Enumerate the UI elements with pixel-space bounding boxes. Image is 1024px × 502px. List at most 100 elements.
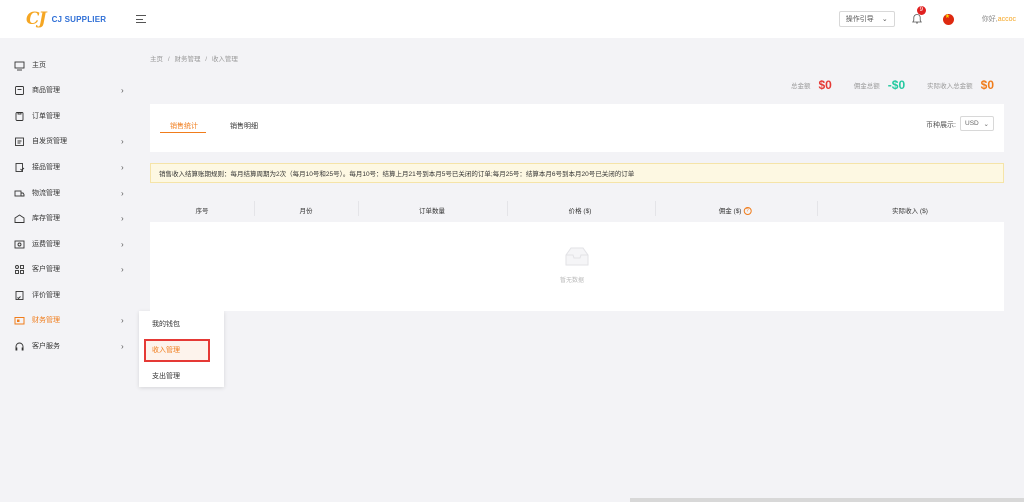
sidebar-item-label: 评价管理 [32,292,60,299]
guide-select[interactable]: 操作引导 ⌄ [838,11,895,27]
headset-icon [14,341,25,352]
breadcrumb-current: 收入管理 [211,56,238,63]
sidebar-item-label: 客户服务 [32,343,60,350]
chevron-right-icon: › [121,264,124,274]
chevron-right-icon: › [121,315,124,325]
column-separator [254,201,255,216]
monitor-icon [14,60,25,71]
clipboard-icon [14,136,25,147]
sidebar-item-customers[interactable]: 客户管理 › [0,260,136,278]
sidebar-item-products[interactable]: 商品管理 › [0,81,136,99]
chevron-right-icon: › [121,213,124,223]
income-table: 序号 月份 订单数量 价格 ($) 佣金 ($) ? 实际收入 ($) 暂无数据 [150,195,1004,311]
sidebar-item-home[interactable]: 主页 [0,56,136,74]
totals-summary: 总金额 $0 佣金总额 -$0 实际收入总金额 $0 [769,78,994,92]
chevron-down-icon: ⌄ [983,120,989,128]
submenu-item-expenses[interactable]: 支出管理 [152,371,180,381]
column-header-index: 序号 [195,208,209,215]
currency-label: 币种展示: [926,122,956,129]
user-greeting[interactable]: 你好,accoc [982,14,1016,24]
commission-header-label: 佣金 ($) [718,208,742,215]
column-header-commission: 佣金 ($) ? [718,205,752,216]
horizontal-scrollbar[interactable] [630,498,1024,502]
breadcrumb-home[interactable]: 主页 [150,56,163,63]
sidebar: 主页 商品管理 › 订单管理 自发货管理 › 接品管理 › 物流管理 › 库存管… [0,38,136,502]
chevron-right-icon: › [121,136,124,146]
breadcrumb-separator: / [205,56,208,63]
sidebar-item-orders[interactable]: 订单管理 [0,107,136,125]
username: accoc [997,16,1016,23]
sidebar-item-shipping-fees[interactable]: 运费管理 › [0,235,136,253]
currency-value: USD [965,120,979,127]
breadcrumb-separator: / [167,56,170,63]
notification-badge: 9 [916,6,926,15]
tabs-card: 销售统计 销售明细 币种展示: USD ⌄ [150,104,1004,152]
actual-income-value: $0 [980,78,994,92]
clipboard-check-icon [14,162,25,173]
breadcrumb-finance[interactable]: 财务管理 [174,56,200,63]
menu-toggle-icon[interactable] [136,14,146,24]
finance-icon [14,315,25,326]
sidebar-item-label: 库存管理 [32,215,60,222]
submenu-item-income[interactable]: 收入管理 [152,345,180,355]
actual-income-label: 实际收入总金额 [927,83,973,90]
sidebar-item-label: 客户管理 [32,266,60,273]
sidebar-item-logistics[interactable]: 物流管理 › [0,184,136,202]
chevron-right-icon: › [121,162,124,172]
sidebar-item-finance[interactable]: 财务管理 › [0,311,136,329]
sidebar-item-accept-products[interactable]: 接品管理 › [0,158,136,176]
chevron-right-icon: › [121,85,124,95]
review-icon [14,290,25,301]
chevron-right-icon: › [121,341,124,351]
notification-bell[interactable]: 9 [911,6,926,25]
logo-text: CJ SUPPLIER [51,14,107,24]
logo[interactable]: CJ CJ SUPPLIER [26,9,136,29]
grid-icon [14,264,25,275]
settlement-rule-notice: 销售收入结算账期规则：每月结算周期为2次（每月10号和25号）。每月10号：结算… [150,163,1004,183]
empty-box-icon [562,245,592,271]
sidebar-item-label: 物流管理 [32,190,60,197]
top-header: CJ CJ SUPPLIER 操作引导 ⌄ 9 你好,accoc [0,0,1024,38]
column-separator [655,201,656,216]
chevron-down-icon: ⌄ [881,16,888,23]
sidebar-item-label: 商品管理 [32,87,60,94]
column-header-price: 价格 ($) [568,208,592,215]
greeting-text: 你好, [981,16,998,23]
column-separator [507,201,508,216]
sidebar-item-label: 运费管理 [32,241,60,248]
image-icon [14,239,25,250]
column-header-month: 月份 [299,208,313,215]
submenu-item-wallet[interactable]: 我的钱包 [152,319,180,329]
sidebar-item-customer-service[interactable]: 客户服务 › [0,337,136,355]
order-icon [14,111,25,122]
commission-total: 佣金总额 -$0 [854,78,905,92]
tab-sales-details[interactable]: 销售明细 [230,121,258,131]
commission-total-label: 佣金总额 [853,83,880,90]
breadcrumb: 主页 / 财务管理 / 收入管理 [150,53,241,63]
column-header-order-count: 订单数量 [419,208,445,215]
notice-text: 销售收入结算账期规则：每月结算周期为2次（每月10号和25号）。每月10号：结算… [159,171,635,178]
empty-state-text: 暂无数据 [560,278,585,284]
question-icon[interactable]: ? [743,207,752,216]
product-icon [14,85,25,96]
column-separator [358,201,359,216]
total-amount-label: 总金额 [790,83,811,90]
sidebar-item-self-shipping[interactable]: 自发货管理 › [0,132,136,150]
guide-select-label: 操作引导 [845,16,874,23]
china-flag-icon[interactable] [942,13,954,25]
column-header-actual-income: 实际收入 ($) [892,208,928,215]
truck-icon [14,188,25,199]
actual-income-total: 实际收入总金额 $0 [927,78,994,92]
finance-submenu: 我的钱包 收入管理 支出管理 [139,311,224,387]
commission-total-value: -$0 [887,78,906,92]
sidebar-item-label: 接品管理 [32,164,60,171]
sidebar-item-inventory[interactable]: 库存管理 › [0,209,136,227]
table-header: 序号 月份 订单数量 价格 ($) 佣金 ($) ? 实际收入 ($) [150,195,1004,222]
total-amount: 总金额 $0 [791,78,832,92]
sidebar-item-reviews[interactable]: 评价管理 [0,286,136,304]
sidebar-item-label: 财务管理 [32,317,60,324]
currency-select[interactable]: USD ⌄ [960,116,994,131]
column-separator [817,201,818,216]
tab-sales-statistics[interactable]: 销售统计 [170,121,198,131]
chevron-right-icon: › [121,188,124,198]
